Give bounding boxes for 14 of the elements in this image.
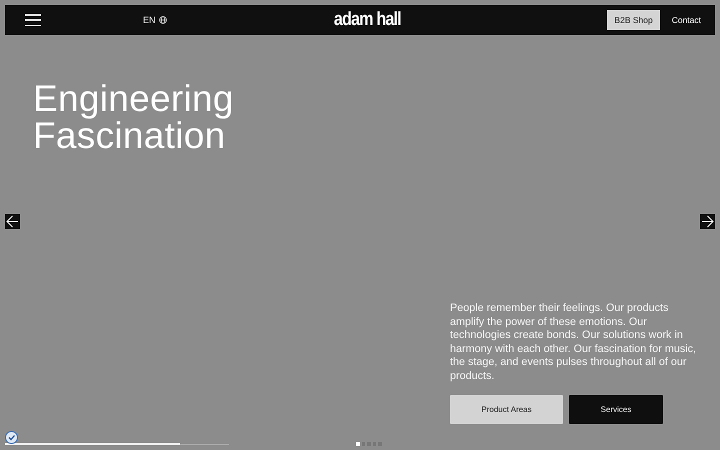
previous-button[interactable] (5, 214, 20, 229)
hero-title: Fascination (33, 117, 226, 154)
logo[interactable]: adam hall (334, 9, 400, 31)
verified-badge-icon[interactable] (5, 431, 18, 444)
product-areas-button[interactable]: Product Areas (450, 394, 563, 424)
hero-description: People remember their feelings. Our products amplify the power of these emotions. Our technologies create bonds. Our solutions work in harmony with each other. Our fascination for music, the stage, and events pulses throughout all of our products. (450, 302, 698, 384)
hero-title: Engineering (33, 80, 234, 117)
next-button[interactable] (700, 214, 715, 229)
menu-button[interactable] (25, 14, 41, 26)
b2b-shop-button[interactable]: B2B Shop (607, 10, 660, 30)
services-button[interactable]: Services (569, 394, 663, 424)
globe-icon (158, 16, 167, 24)
contact-link[interactable]: Contact (664, 15, 709, 25)
language-selector[interactable]: EN (143, 15, 167, 25)
